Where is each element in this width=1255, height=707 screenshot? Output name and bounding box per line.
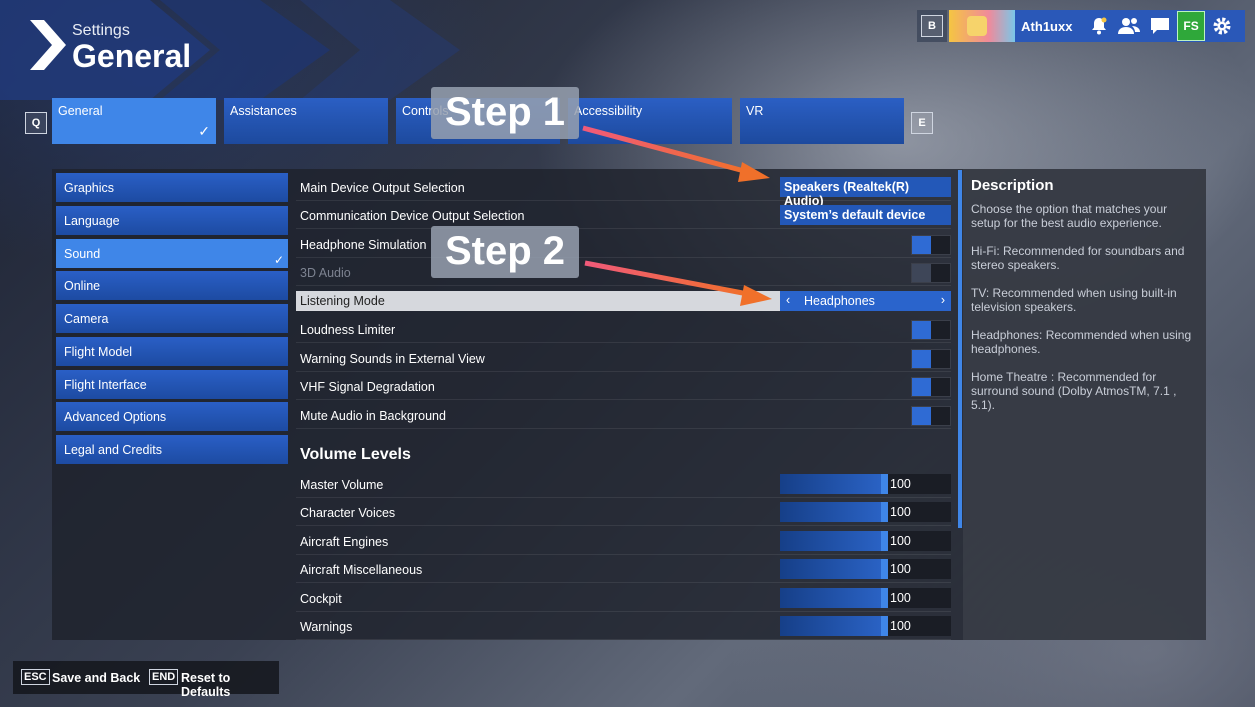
step2-arrow: [584, 260, 772, 306]
step2-label: Step 2: [431, 226, 580, 278]
step1-arrow: [582, 125, 770, 182]
annotation-arrows: [582, 125, 772, 306]
step1-label: Step 1: [431, 87, 580, 139]
